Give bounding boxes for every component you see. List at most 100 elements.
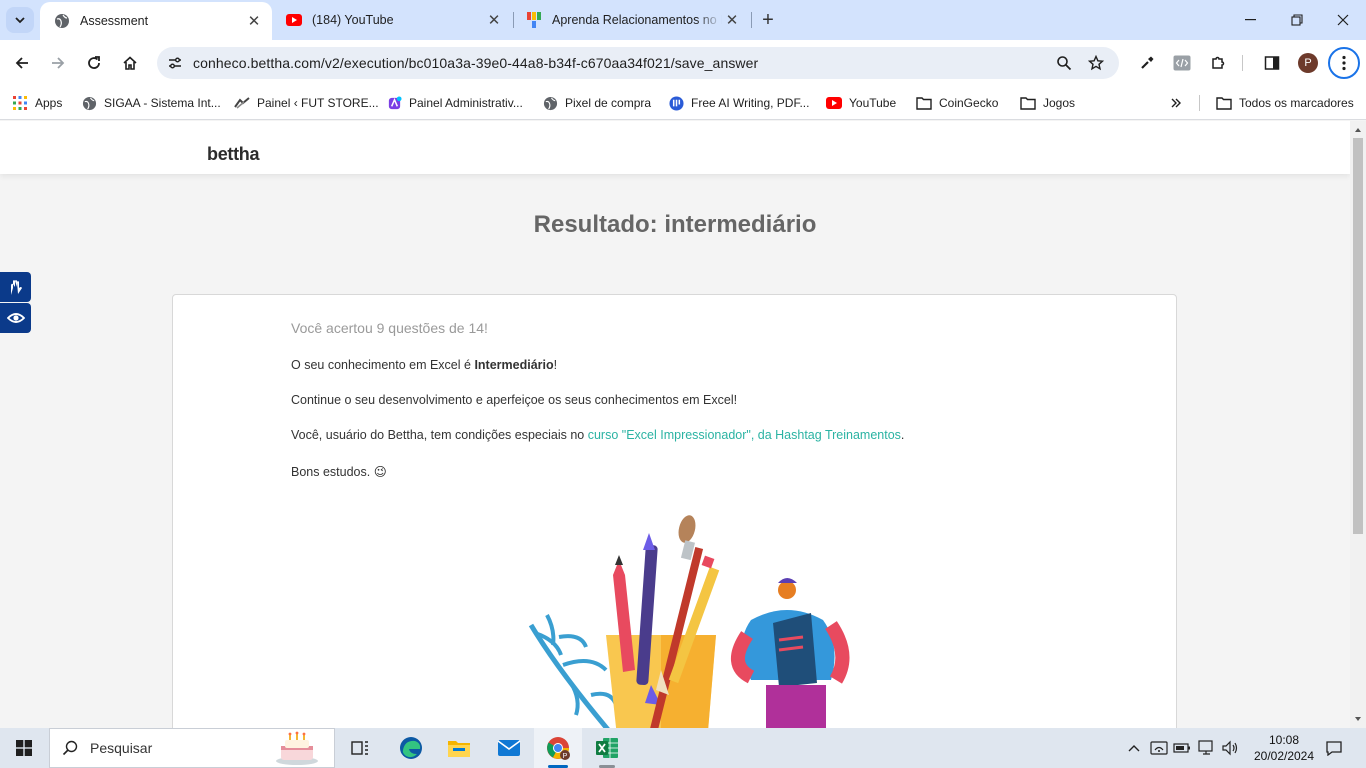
tab-title: Assessment xyxy=(80,14,149,28)
search-label: Pesquisar xyxy=(90,740,153,756)
bookmark-pixel[interactable]: Pixel de compra xyxy=(542,93,651,113)
bookmark-jogos[interactable]: Jogos xyxy=(1020,93,1075,113)
special-offer-text: Você, usuário do Bettha, tem condições e… xyxy=(291,428,904,442)
course-link[interactable]: curso "Excel Impressionador", da Hashtag… xyxy=(588,428,901,442)
sign-language-button[interactable] xyxy=(0,272,31,302)
tab-aprenda[interactable]: Aprenda Relacionamentos no P ✕ xyxy=(512,0,750,40)
plant-icon xyxy=(528,614,618,728)
all-bookmarks-button[interactable]: Todos os marcadores xyxy=(1216,93,1354,113)
bookmark-label: CoinGecko xyxy=(939,96,999,110)
bookmark-youtube[interactable]: YouTube xyxy=(826,93,896,113)
score-text: Você acertou 9 questões de 14! xyxy=(291,320,488,336)
address-bar[interactable]: conheco.bettha.com/v2/execution/bc010a3a… xyxy=(157,47,1119,79)
bookmark-label: Free AI Writing, PDF... xyxy=(691,96,810,110)
chrome-icon: P xyxy=(547,737,570,760)
bookmark-label: Todos os marcadores xyxy=(1239,96,1354,110)
ai-writing-icon xyxy=(668,95,684,111)
battery-icon[interactable] xyxy=(1172,738,1192,758)
youtube-icon xyxy=(826,95,842,111)
visual-accessibility-button[interactable] xyxy=(0,303,31,333)
scroll-down-icon[interactable] xyxy=(1350,713,1366,725)
edge-taskbar-button[interactable] xyxy=(390,728,432,768)
excel-taskbar-button[interactable] xyxy=(586,728,628,768)
admin-panel-icon xyxy=(386,95,402,111)
code-extension-icon[interactable] xyxy=(1170,51,1194,75)
close-icon xyxy=(1337,14,1349,26)
new-tab-button[interactable]: + xyxy=(756,8,780,32)
scroll-up-icon[interactable] xyxy=(1350,124,1366,136)
web-page: bettha Resultado: intermediário Você ace… xyxy=(0,121,1350,728)
scroll-thumb[interactable] xyxy=(1353,138,1363,534)
taskbar-search-box[interactable]: Pesquisar xyxy=(49,728,335,768)
task-view-button[interactable] xyxy=(340,728,380,768)
restore-button[interactable] xyxy=(1274,0,1320,40)
bettha-logo[interactable]: bettha xyxy=(207,144,260,165)
double-chevron-right-icon xyxy=(1168,95,1184,111)
kebab-menu-icon xyxy=(1342,55,1346,71)
tab-search-button[interactable] xyxy=(6,7,34,33)
back-button[interactable] xyxy=(8,49,36,77)
mail-taskbar-button[interactable] xyxy=(488,728,530,768)
eye-icon xyxy=(6,313,25,323)
close-tab-icon[interactable]: ✕ xyxy=(722,10,742,30)
profile-avatar[interactable]: P xyxy=(1298,53,1318,73)
bookmark-coingecko[interactable]: CoinGecko xyxy=(916,93,998,113)
bookmark-sigaa[interactable]: SIGAA - Sistema Int... xyxy=(81,93,221,113)
forward-button[interactable] xyxy=(44,49,72,77)
bookmark-star-icon[interactable] xyxy=(1084,51,1108,75)
bookmark-fut-store[interactable]: Painel ‹ FUT STORE... xyxy=(234,93,379,113)
tab-strip: Assessment ✕ (184) YouTube ✕ Aprenda Rel… xyxy=(0,0,1366,40)
close-window-button[interactable] xyxy=(1320,0,1366,40)
zoom-search-icon[interactable] xyxy=(1052,51,1076,75)
notifications-icon[interactable] xyxy=(1323,738,1345,758)
person-reading-icon xyxy=(731,578,850,728)
minimize-button[interactable] xyxy=(1228,0,1274,40)
level-bold: Intermediário xyxy=(474,358,554,372)
home-button[interactable] xyxy=(116,49,144,77)
ethernet-icon[interactable] xyxy=(1197,738,1217,758)
bookmark-free-ai[interactable]: Free AI Writing, PDF... xyxy=(668,93,809,113)
show-hidden-icons-chevron[interactable] xyxy=(1124,738,1144,758)
start-button[interactable] xyxy=(0,728,48,768)
youtube-icon xyxy=(286,12,302,28)
url-text[interactable]: conheco.bettha.com/v2/execution/bc010a3a… xyxy=(193,55,758,71)
taskbar-clock[interactable]: 10:08 20/02/2024 xyxy=(1248,732,1320,764)
tab-assessment[interactable]: Assessment ✕ xyxy=(40,2,272,40)
restore-icon xyxy=(1291,14,1303,26)
bookmark-label: Apps xyxy=(35,96,63,110)
eyedropper-icon[interactable] xyxy=(1135,51,1159,75)
fut-store-icon xyxy=(234,95,250,111)
arrow-left-icon xyxy=(15,57,28,69)
file-explorer-taskbar-button[interactable] xyxy=(438,728,480,768)
globe-icon xyxy=(542,95,558,111)
site-settings-icon[interactable] xyxy=(163,51,187,75)
more-bookmarks-button[interactable] xyxy=(1168,93,1191,113)
volume-icon[interactable] xyxy=(1220,738,1240,758)
reload-button[interactable] xyxy=(80,49,108,77)
bookmark-label: Painel Administrativ... xyxy=(409,96,523,110)
folder-icon xyxy=(1216,95,1232,111)
tab-separator xyxy=(751,12,752,28)
network-wifi-icon[interactable] xyxy=(1149,738,1169,758)
close-tab-icon[interactable]: ✕ xyxy=(484,10,504,30)
chrome-menu-button[interactable] xyxy=(1328,47,1360,79)
bookmark-apps[interactable]: Apps xyxy=(12,93,62,113)
tab-youtube[interactable]: (184) YouTube ✕ xyxy=(272,0,512,40)
clock-time: 10:08 xyxy=(1268,733,1300,747)
bookmark-label: YouTube xyxy=(849,96,897,110)
svg-text:P: P xyxy=(563,753,568,760)
bookmark-painel-admin[interactable]: Painel Administrativ... xyxy=(386,93,523,113)
page-scrollbar[interactable] xyxy=(1350,121,1366,728)
close-tab-icon[interactable]: ✕ xyxy=(244,11,264,31)
folder-explorer-icon xyxy=(448,741,470,757)
bookmark-label: SIGAA - Sistema Int... xyxy=(104,96,221,110)
result-card: Você acertou 9 questões de 14! O seu con… xyxy=(172,294,1177,728)
side-panel-icon[interactable] xyxy=(1260,51,1284,75)
task-view-icon xyxy=(351,741,368,755)
excel-icon xyxy=(596,738,618,758)
extensions-puzzle-icon[interactable] xyxy=(1206,51,1230,75)
continue-text: Continue o seu desenvolvimento e aperfei… xyxy=(291,393,738,407)
text-segment: . xyxy=(900,428,905,442)
clock-date: 20/02/2024 xyxy=(1253,749,1315,763)
chrome-taskbar-button[interactable]: P xyxy=(534,728,582,768)
